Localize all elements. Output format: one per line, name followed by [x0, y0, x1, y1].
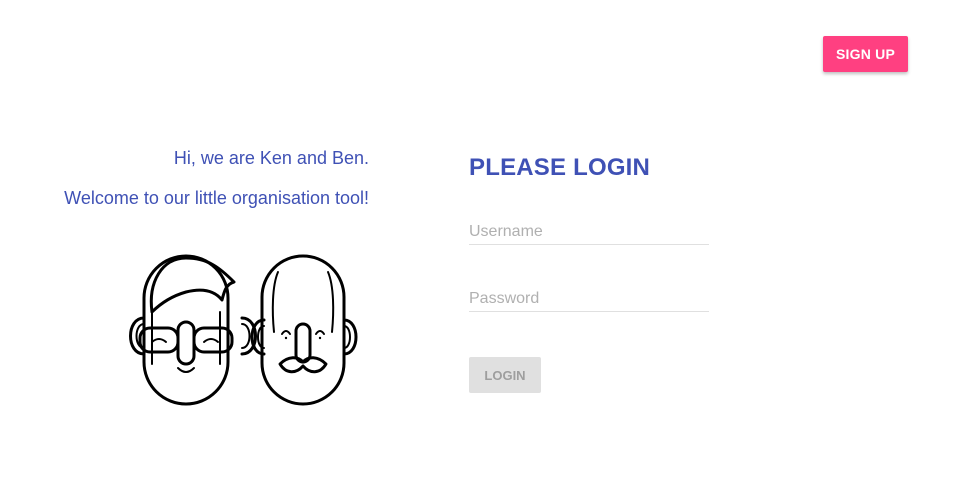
password-input[interactable] [469, 286, 709, 312]
username-input[interactable] [469, 219, 709, 245]
ken-and-ben-faces-icon [129, 254, 358, 406]
login-button[interactable]: LOGIN [469, 357, 541, 393]
login-title: PLEASE LOGIN [469, 154, 651, 181]
signup-button[interactable]: SIGN UP [823, 36, 908, 72]
welcome-message: Welcome to our little organisation tool! [64, 188, 369, 208]
welcome-greeting: Hi, we are Ken and Ben. [173, 148, 369, 168]
ben-face-icon [250, 254, 358, 406]
ken-face-icon [129, 254, 257, 406]
login-page: SIGN UP Hi, we are Ken and Ben. Welcome … [0, 0, 964, 494]
